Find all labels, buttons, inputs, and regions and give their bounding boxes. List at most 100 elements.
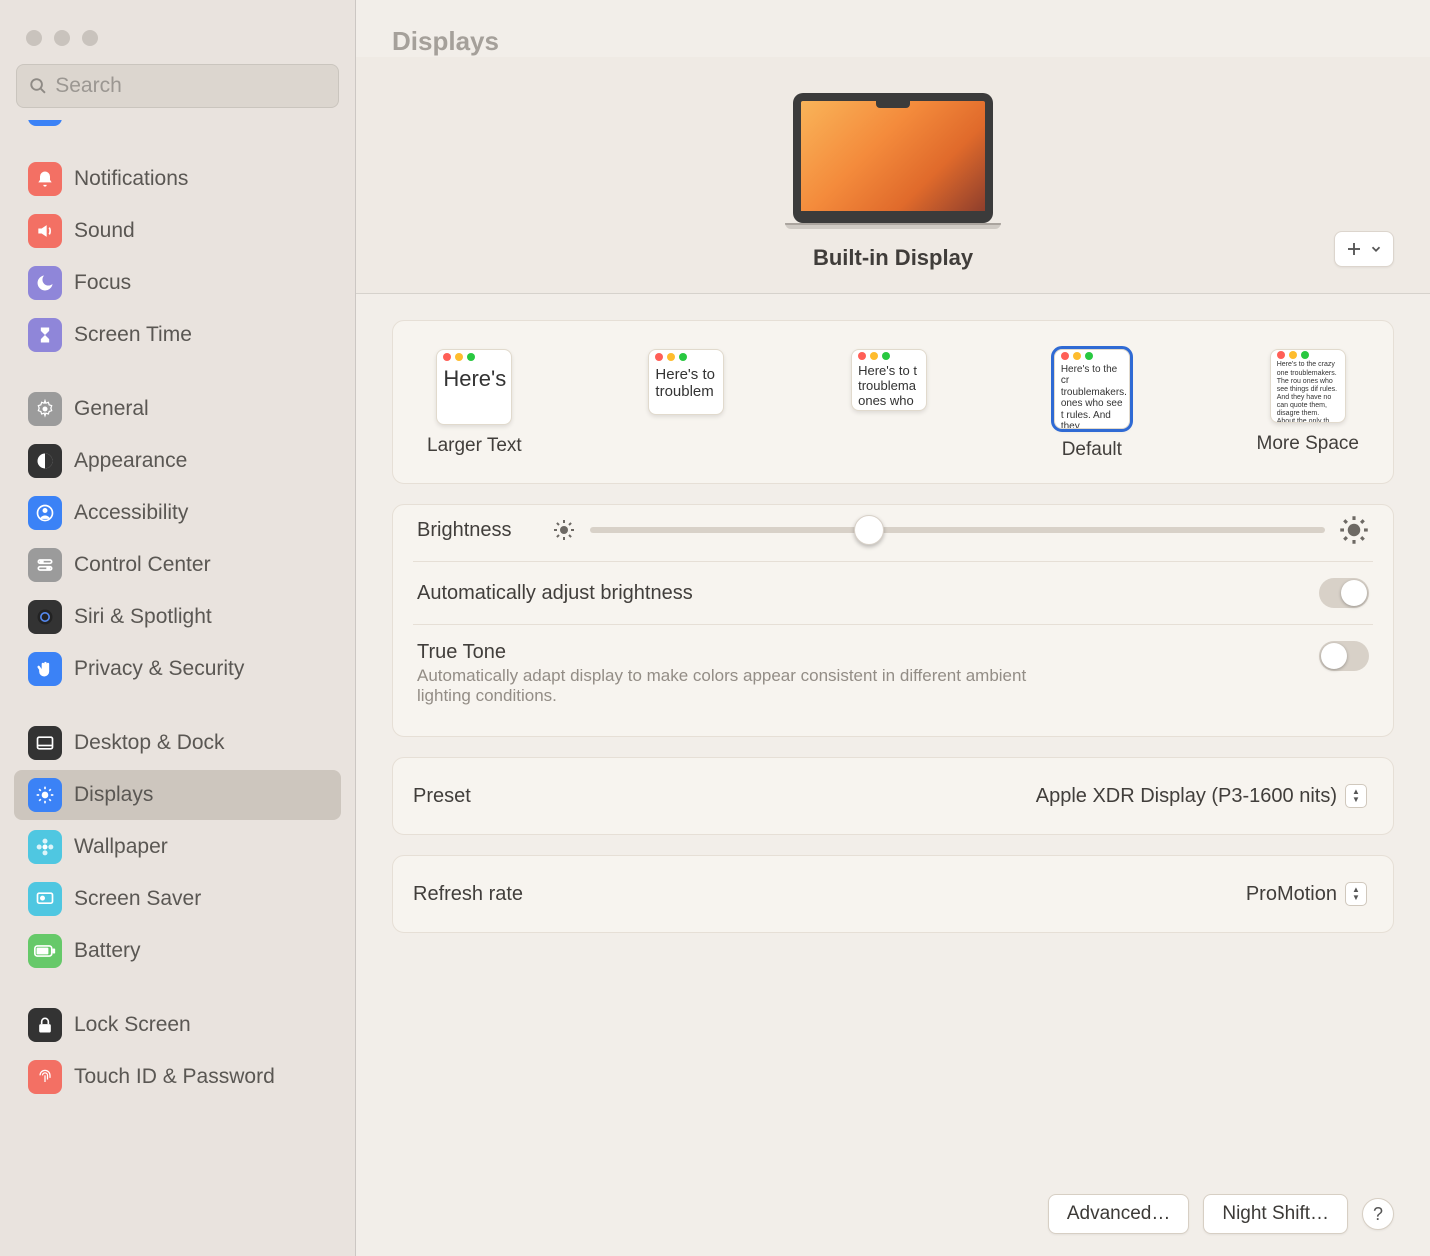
screensaver-icon (28, 882, 62, 916)
brightness-slider[interactable] (590, 527, 1326, 533)
sidebar-item-screen-saver[interactable]: Screen Saver (14, 874, 341, 924)
auto-brightness-toggle[interactable] (1319, 578, 1369, 608)
zoom-window[interactable] (82, 30, 98, 46)
sidebar-item-label: Touch ID & Password (74, 1065, 275, 1089)
sidebar-item-touch-id-password[interactable]: Touch ID & Password (14, 1052, 341, 1102)
updown-icon: ▲▼ (1345, 784, 1367, 808)
contrast-icon (28, 444, 62, 478)
moon-icon (28, 266, 62, 300)
resolution-thumb: Here's to the cr troublemakers. ones who… (1054, 349, 1130, 429)
sidebar-item-label: Appearance (74, 449, 187, 473)
sidebar-item-label: Network (74, 120, 151, 126)
resolution-label (684, 425, 689, 447)
preset-label: Preset (413, 785, 471, 808)
sidebar-item-sound[interactable]: Sound (14, 206, 341, 256)
bell-icon (28, 162, 62, 196)
dock-icon (28, 726, 62, 760)
sidebar-item-appearance[interactable]: Appearance (14, 436, 341, 486)
resolution-option-1[interactable]: Here's to troublem (648, 349, 724, 447)
gear-icon (28, 392, 62, 426)
refresh-rate-value: ProMotion (1246, 883, 1337, 906)
night-shift-button[interactable]: Night Shift… (1203, 1194, 1348, 1234)
minimize-window[interactable] (54, 30, 70, 46)
page-title: Displays (356, 0, 1430, 57)
sidebar-item-label: Wallpaper (74, 835, 168, 859)
window-controls (0, 30, 355, 64)
help-button[interactable]: ? (1362, 1198, 1394, 1230)
refresh-rate-row: Refresh rate ProMotion ▲▼ (392, 855, 1394, 933)
sidebar: Network Notifications Sound Focus Screen Tim… (0, 0, 356, 1256)
search-icon (29, 76, 47, 96)
sidebar-item-desktop-dock[interactable]: Desktop & Dock (14, 718, 341, 768)
advanced-button[interactable]: Advanced… (1048, 1194, 1190, 1234)
resolution-option-3[interactable]: Here's to the cr troublemakers. ones who… (1054, 349, 1130, 461)
sidebar-item-label: Battery (74, 939, 141, 963)
hand-icon (28, 652, 62, 686)
sidebar-item-general[interactable]: General (14, 384, 341, 434)
sidebar-item-wallpaper[interactable]: Wallpaper (14, 822, 341, 872)
preset-row: Preset Apple XDR Display (P3-1600 nits) … (392, 757, 1394, 835)
person-icon (28, 496, 62, 530)
sidebar-item-battery[interactable]: Battery (14, 926, 341, 976)
sidebar-item-label: Accessibility (74, 501, 188, 525)
resolution-label: Default (1062, 439, 1122, 461)
plus-icon (1345, 240, 1363, 258)
sidebar-item-label: Siri & Spotlight (74, 605, 212, 629)
fingerprint-icon (28, 1060, 62, 1094)
sidebar-item-screen-time[interactable]: Screen Time (14, 310, 341, 360)
sidebar-item-privacy-security[interactable]: Privacy & Security (14, 644, 341, 694)
sidebar-item-displays[interactable]: Displays (14, 770, 341, 820)
sidebar-item-label: Lock Screen (74, 1013, 191, 1037)
preset-select[interactable]: Apple XDR Display (P3-1600 nits) ▲▼ (1030, 780, 1373, 812)
resolution-thumb: Here's (436, 349, 512, 425)
hourglass-icon (28, 318, 62, 352)
sidebar-item-accessibility[interactable]: Accessibility (14, 488, 341, 538)
refresh-rate-select[interactable]: ProMotion ▲▼ (1240, 878, 1373, 910)
chevron-down-icon (1369, 242, 1383, 256)
speaker-icon (28, 214, 62, 248)
add-display-button[interactable] (1334, 231, 1394, 267)
sidebar-item-notifications[interactable]: Notifications (14, 154, 341, 204)
sidebar-item-control-center[interactable]: Control Center (14, 540, 341, 590)
brightness-panel: Brightness Automatically adjust brightne… (392, 504, 1394, 737)
resolution-label: Larger Text (427, 435, 522, 457)
sidebar-item-lock-screen[interactable]: Lock Screen (14, 1000, 341, 1050)
true-tone-label: True Tone (417, 641, 1037, 664)
brightness-low-icon (552, 518, 576, 542)
sidebar-list: Network Notifications Sound Focus Screen Tim… (0, 120, 355, 1256)
true-tone-toggle[interactable] (1319, 641, 1369, 671)
preset-value: Apple XDR Display (P3-1600 nits) (1036, 785, 1337, 808)
updown-icon: ▲▼ (1345, 882, 1367, 906)
sidebar-item-label: Displays (74, 783, 153, 807)
brightness-label: Brightness (417, 519, 512, 542)
resolution-option-4[interactable]: Here's to the crazy one troublemakers. T… (1257, 349, 1359, 455)
sidebar-item-label: Focus (74, 271, 131, 295)
resolution-label: More Space (1257, 433, 1359, 455)
sidebar-item-network[interactable]: Network (14, 120, 341, 130)
search-field[interactable] (16, 64, 339, 108)
sidebar-item-label: Privacy & Security (74, 657, 244, 681)
resolution-option-2[interactable]: Here's to t troublema ones who (851, 349, 927, 443)
resolution-thumb: Here's to the crazy one troublemakers. T… (1270, 349, 1346, 423)
sidebar-item-label: Screen Saver (74, 887, 201, 911)
search-input[interactable] (55, 74, 326, 98)
sun-icon (28, 778, 62, 812)
sidebar-item-label: Screen Time (74, 323, 192, 347)
display-thumbnail[interactable] (783, 93, 1003, 229)
sidebar-item-focus[interactable]: Focus (14, 258, 341, 308)
sidebar-item-label: Desktop & Dock (74, 731, 225, 755)
battery-icon (28, 934, 62, 968)
true-tone-description: Automatically adapt display to make colo… (417, 666, 1037, 706)
resolution-option-0[interactable]: Here's Larger Text (427, 349, 522, 457)
sidebar-item-siri-spotlight[interactable]: Siri & Spotlight (14, 592, 341, 642)
resolution-label (886, 421, 891, 443)
sidebar-item-label: Sound (74, 219, 135, 243)
sidebar-item-label: Control Center (74, 553, 211, 577)
display-name: Built-in Display (813, 245, 973, 271)
switches-icon (28, 548, 62, 582)
siri-icon (28, 600, 62, 634)
close-window[interactable] (26, 30, 42, 46)
sidebar-item-label: Notifications (74, 167, 188, 191)
lock-icon (28, 1008, 62, 1042)
resolution-thumb: Here's to t troublema ones who (851, 349, 927, 411)
